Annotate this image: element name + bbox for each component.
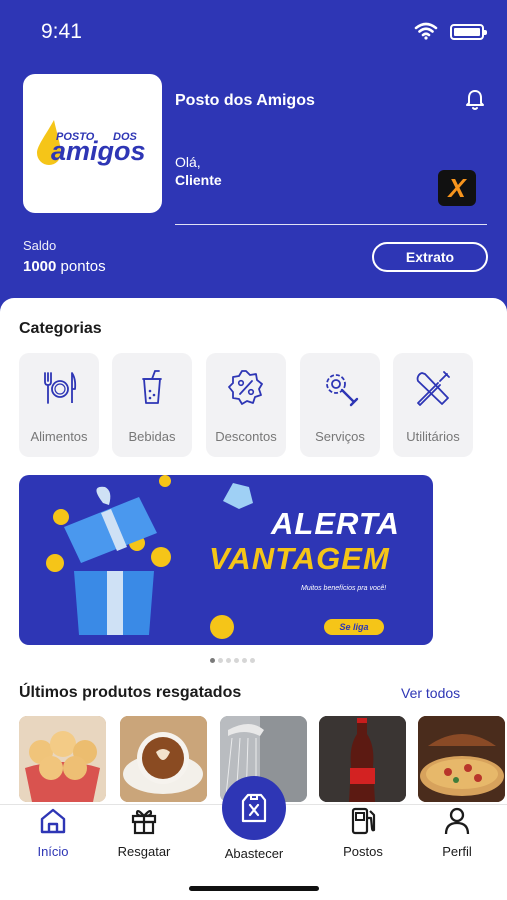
cola-bottle-image (319, 716, 406, 802)
service-gear-icon (326, 374, 359, 407)
product-thumb-cola[interactable] (319, 716, 406, 802)
categories-title: Categorias (19, 320, 102, 337)
tools-icon (416, 371, 450, 406)
tab-abastecer-label: Abastecer (224, 846, 284, 861)
tab-inicio[interactable]: Início (13, 806, 93, 859)
balance-value: 1000 pontos (23, 258, 106, 275)
carousel-dots (210, 658, 258, 664)
tab-resgatar[interactable]: Resgatar (104, 806, 184, 859)
droplet-logo-icon: POSTO DOS amigos (37, 120, 146, 166)
discount-icon (228, 370, 263, 405)
tab-resgatar-label: Resgatar (117, 844, 171, 859)
tab-perfil-label: Perfil (442, 844, 472, 859)
carousel-dot[interactable] (210, 658, 215, 663)
product-thumb-cappuccino[interactable] (120, 716, 207, 802)
category-bebidas[interactable]: Bebidas (112, 353, 192, 457)
status-time: 9:41 (41, 20, 82, 43)
banner-subtitle: Muitos benefícios pra você! (301, 585, 387, 592)
greeting: Olá, (175, 154, 201, 170)
fuel-pump-icon (351, 807, 376, 835)
x-logo-icon: X (446, 173, 467, 203)
product-thumb-pizza[interactable] (418, 716, 505, 802)
promo-banner[interactable]: ALERTA VANTAGEM Muitos benefícios pra vo… (19, 475, 433, 645)
client-name: Cliente (175, 172, 222, 188)
home-indicator (189, 886, 319, 891)
header-divider (175, 224, 487, 225)
see-all-link[interactable]: Ver todos (401, 685, 460, 701)
tab-postos[interactable]: Postos (323, 806, 403, 859)
product-thumb-cheese-bread[interactable] (19, 716, 106, 802)
banner-title-line1: ALERTA (271, 506, 400, 541)
utensils-icon (44, 372, 77, 404)
battery-icon (450, 24, 487, 40)
person-icon (444, 807, 470, 835)
tab-inicio-label: Início (37, 844, 69, 859)
partner-x-badge[interactable]: X (438, 170, 476, 206)
carousel-dot[interactable] (242, 658, 247, 663)
tab-postos-label: Postos (343, 844, 383, 859)
svg-text:X: X (446, 173, 467, 203)
fuel-can-icon (241, 793, 267, 823)
category-descontos[interactable]: Descontos (206, 353, 286, 457)
cappuccino-image (120, 716, 207, 802)
pizza-image (418, 716, 505, 802)
carousel-dot[interactable] (234, 658, 239, 663)
statement-button[interactable]: Extrato (372, 242, 488, 272)
category-utilitarios[interactable]: Utilitários (393, 353, 473, 457)
logo-line3: amigos (51, 136, 146, 166)
banner-title-line2: VANTAGEM (209, 541, 390, 576)
recent-products-title: Últimos produtos resgatados (19, 684, 242, 701)
category-alimentos[interactable]: Alimentos (19, 353, 99, 457)
refuel-fab-button[interactable] (222, 776, 286, 840)
drink-icon (142, 370, 162, 404)
bell-icon[interactable] (463, 88, 487, 112)
header: 9:41 POSTO DOS amigos Posto dos Amigos O… (0, 0, 507, 312)
banner-cta-button[interactable]: Se liga (324, 619, 384, 635)
balance-label: Saldo (23, 238, 57, 253)
gift-icon (131, 810, 157, 835)
carousel-dot[interactable] (218, 658, 223, 663)
carousel-dot[interactable] (226, 658, 231, 663)
tab-perfil[interactable]: Perfil (417, 806, 497, 859)
category-servicos[interactable]: Serviços (300, 353, 380, 457)
carousel-dot[interactable] (250, 658, 255, 663)
wifi-icon (414, 22, 438, 40)
home-icon (40, 808, 66, 834)
store-logo: POSTO DOS amigos (23, 74, 162, 213)
store-name: Posto dos Amigos (175, 92, 315, 109)
cheese-bread-image (19, 716, 106, 802)
